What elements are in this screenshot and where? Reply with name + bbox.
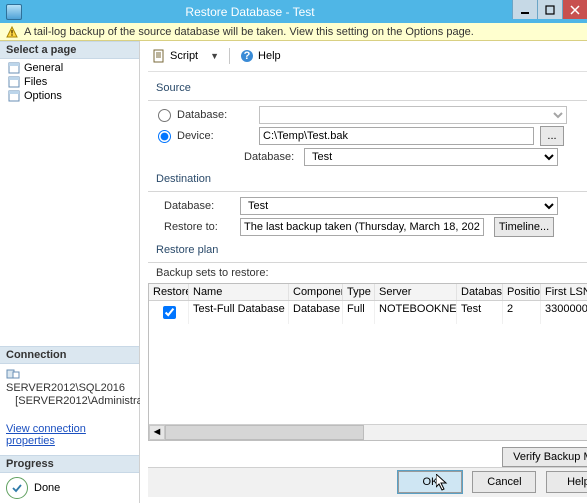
- svg-text:?: ?: [244, 50, 251, 62]
- page-files[interactable]: Files: [4, 75, 135, 89]
- page-label: General: [24, 62, 63, 74]
- right-panel: Script ▼ ? Help Source Database: Device:…: [140, 41, 587, 503]
- source-device-radio[interactable]: [158, 130, 171, 143]
- cell-server: NOTEBOOKNEWHP: [375, 301, 457, 324]
- source-database-select: [259, 106, 567, 124]
- source-database-radio[interactable]: [158, 109, 171, 122]
- ok-button[interactable]: OK: [398, 471, 462, 493]
- cell-name: Test-Full Database Backup: [189, 301, 289, 324]
- footer-help-button[interactable]: Help: [546, 471, 587, 493]
- window-title: Restore Database - Test: [0, 5, 512, 19]
- restore-to-field: [240, 218, 484, 236]
- warning-icon: [6, 26, 18, 38]
- grid-row[interactable]: Test-Full Database Backup Database Full …: [149, 301, 587, 324]
- source-title: Source: [156, 82, 587, 94]
- warning-text: A tail-log backup of the source database…: [24, 26, 474, 38]
- cell-type: Full: [343, 301, 375, 324]
- source-database-label: Database:: [177, 109, 259, 121]
- help-label: Help: [258, 50, 281, 62]
- col-database[interactable]: Database: [457, 284, 503, 300]
- cell-position: 2: [503, 301, 541, 324]
- progress-label: Done: [34, 482, 60, 494]
- restore-plan-title: Restore plan: [156, 244, 587, 256]
- script-icon: [152, 49, 166, 63]
- source-db2-label: Database:: [244, 151, 304, 163]
- destination-title: Destination: [156, 173, 587, 185]
- col-server[interactable]: Server: [375, 284, 457, 300]
- page-icon: [8, 90, 20, 102]
- col-firstlsn[interactable]: First LSN: [541, 284, 587, 300]
- left-panel: Select a page General Files Options Conn…: [0, 41, 140, 503]
- script-dropdown[interactable]: ▼: [206, 51, 223, 61]
- progress-header: Progress: [0, 455, 139, 473]
- dest-db-select[interactable]: Test: [240, 197, 558, 215]
- col-component[interactable]: Component: [289, 284, 343, 300]
- connection-user: [SERVER2012\Administrator]: [15, 395, 158, 407]
- page-general[interactable]: General: [4, 61, 135, 75]
- cell-database: Test: [457, 301, 503, 324]
- scroll-thumb[interactable]: [165, 425, 364, 440]
- restore-to-label: Restore to:: [164, 221, 240, 233]
- browse-device-button[interactable]: ...: [540, 126, 564, 146]
- timeline-button[interactable]: Timeline...: [494, 217, 554, 237]
- source-db2-select[interactable]: Test: [304, 148, 558, 166]
- warning-bar: A tail-log backup of the source database…: [0, 23, 587, 41]
- view-connection-link[interactable]: View connection properties: [6, 423, 86, 447]
- toolbar: Script ▼ ? Help: [148, 45, 587, 72]
- script-button[interactable]: Script: [148, 47, 202, 65]
- select-page-header: Select a page: [0, 41, 139, 59]
- page-options[interactable]: Options: [4, 89, 135, 103]
- toolbar-separator: [229, 48, 230, 64]
- source-device-label: Device:: [177, 130, 259, 142]
- dialog-footer: OK Cancel Help: [148, 467, 587, 497]
- col-position[interactable]: Position: [503, 284, 541, 300]
- col-name[interactable]: Name: [189, 284, 289, 300]
- page-label: Options: [24, 90, 62, 102]
- col-restore[interactable]: Restore: [149, 284, 189, 300]
- help-icon: ?: [240, 49, 254, 63]
- backup-sets-grid: Restore Name Component Type Server Datab…: [148, 283, 587, 441]
- minimize-button[interactable]: [512, 0, 537, 19]
- maximize-button[interactable]: [537, 0, 562, 19]
- cell-firstlsn: 330000000768: [541, 301, 587, 324]
- connection-header: Connection: [0, 346, 139, 364]
- dest-db-label: Database:: [164, 200, 240, 212]
- title-bar: Restore Database - Test: [0, 0, 587, 23]
- help-button[interactable]: ? Help: [236, 47, 285, 65]
- verify-backup-button[interactable]: Verify Backup Media: [502, 447, 587, 467]
- scroll-left-icon[interactable]: ◄: [149, 425, 165, 440]
- cell-component: Database: [289, 301, 343, 324]
- grid-header: Restore Name Component Type Server Datab…: [149, 284, 587, 301]
- server-icon: [6, 368, 20, 380]
- source-device-field[interactable]: [259, 127, 534, 145]
- col-type[interactable]: Type: [343, 284, 375, 300]
- restore-checkbox[interactable]: [163, 306, 176, 319]
- cancel-button[interactable]: Cancel: [472, 471, 536, 493]
- connection-server: SERVER2012\SQL2016: [6, 382, 125, 394]
- page-label: Files: [24, 76, 47, 88]
- backup-sets-label: Backup sets to restore:: [156, 267, 587, 279]
- page-icon: [8, 76, 20, 88]
- close-button[interactable]: [562, 0, 587, 19]
- script-label: Script: [170, 50, 198, 62]
- grid-hscroll[interactable]: ◄ ►: [149, 424, 587, 440]
- page-icon: [8, 62, 20, 74]
- done-icon: [6, 477, 28, 499]
